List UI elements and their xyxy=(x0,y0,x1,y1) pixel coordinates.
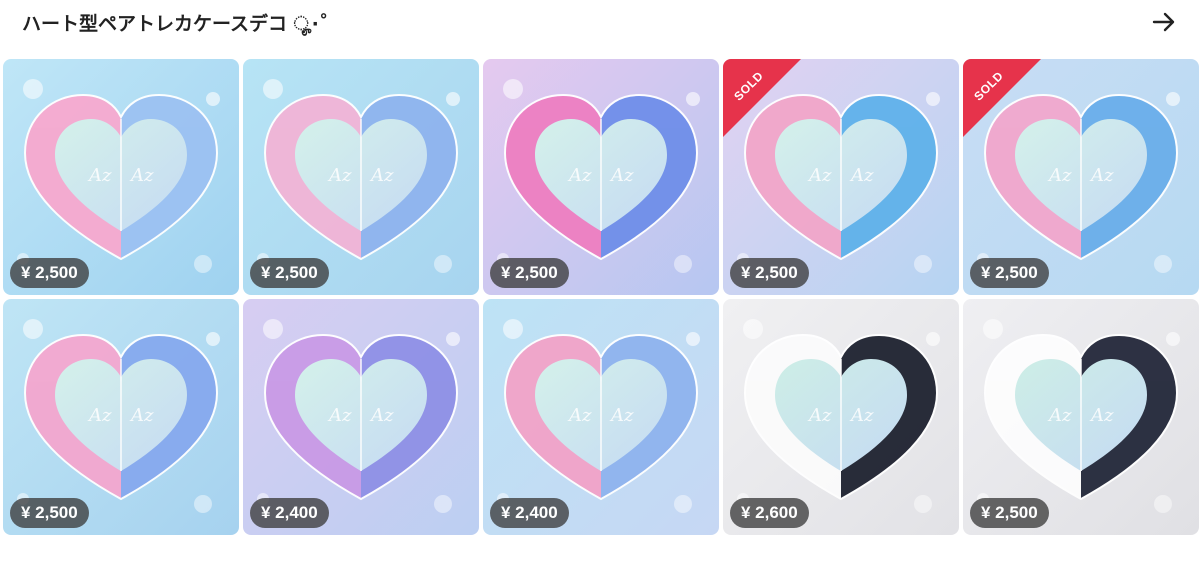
svg-text:Az: Az xyxy=(807,405,832,426)
svg-text:Az: Az xyxy=(567,165,592,186)
svg-text:Az: Az xyxy=(1089,165,1114,186)
price-badge: ¥ 2,400 xyxy=(250,498,329,528)
price-badge: ¥ 2,500 xyxy=(970,498,1049,528)
price-badge: ¥ 2,400 xyxy=(490,498,569,528)
product-card[interactable]: Az Az ¥ 2,500 xyxy=(3,59,239,295)
product-card[interactable]: Az Az ¥ 2,500 xyxy=(243,59,479,295)
svg-text:Az: Az xyxy=(567,405,592,426)
section-header: ハート型ペアトレカケースデコ ೄ·˚ xyxy=(0,0,1200,44)
svg-text:Az: Az xyxy=(1047,405,1072,426)
svg-text:Az: Az xyxy=(1047,165,1072,186)
price-badge: ¥ 2,600 xyxy=(730,498,809,528)
svg-text:Az: Az xyxy=(87,405,112,426)
product-card[interactable]: Az Az ¥ 2,400 xyxy=(483,299,719,535)
section-title: ハート型ペアトレカケースデコ ೄ·˚ xyxy=(22,13,329,35)
svg-text:Az: Az xyxy=(609,405,634,426)
price-badge: ¥ 2,500 xyxy=(250,258,329,288)
price-badge: ¥ 2,500 xyxy=(730,258,809,288)
price-badge: ¥ 2,500 xyxy=(970,258,1049,288)
svg-text:Az: Az xyxy=(129,165,154,186)
svg-text:Az: Az xyxy=(327,165,352,186)
product-card[interactable]: Az Az ¥ 2,400 xyxy=(243,299,479,535)
svg-text:Az: Az xyxy=(369,165,394,186)
svg-text:Az: Az xyxy=(327,405,352,426)
product-card[interactable]: Az Az SOLD ¥ 2,500 xyxy=(963,59,1199,295)
product-card[interactable]: Az Az SOLD ¥ 2,500 xyxy=(723,59,959,295)
svg-text:Az: Az xyxy=(87,165,112,186)
svg-text:Az: Az xyxy=(807,165,832,186)
price-badge: ¥ 2,500 xyxy=(10,258,89,288)
svg-text:Az: Az xyxy=(129,405,154,426)
price-badge: ¥ 2,500 xyxy=(10,498,89,528)
price-badge: ¥ 2,500 xyxy=(490,258,569,288)
svg-text:Az: Az xyxy=(849,165,874,186)
product-card[interactable]: Az Az ¥ 2,500 xyxy=(3,299,239,535)
product-card[interactable]: Az Az ¥ 2,600 xyxy=(723,299,959,535)
svg-text:Az: Az xyxy=(369,405,394,426)
product-card[interactable]: Az Az ¥ 2,500 xyxy=(483,59,719,295)
svg-text:Az: Az xyxy=(849,405,874,426)
svg-text:Az: Az xyxy=(609,165,634,186)
svg-text:Az: Az xyxy=(1089,405,1114,426)
product-grid: Az Az ¥ 2,500 Az Az ¥ 2,500 Az Az ¥ 2,50… xyxy=(3,59,1199,535)
arrow-right-icon[interactable] xyxy=(1150,8,1178,36)
product-card[interactable]: Az Az ¥ 2,500 xyxy=(963,299,1199,535)
